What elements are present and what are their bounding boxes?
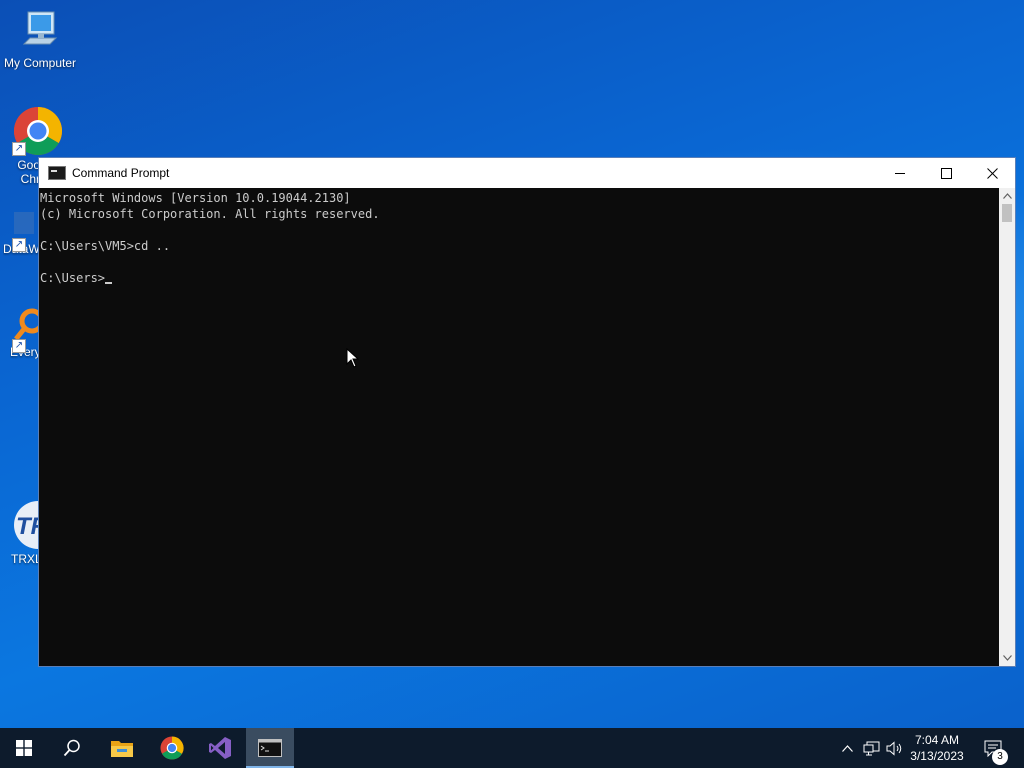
maximize-button[interactable]: [923, 158, 969, 188]
minimize-icon: [895, 173, 905, 174]
command-prompt-window[interactable]: Command Prompt Microsoft Windows [Versio…: [38, 157, 1016, 667]
desktop-icon-label: Goo Chr: [17, 158, 40, 186]
window-controls: [877, 158, 1015, 188]
chevron-up-icon: [1002, 193, 1012, 199]
text-cursor: [105, 282, 113, 284]
desktop-icon-my-computer[interactable]: My Computer: [0, 10, 80, 70]
console-output[interactable]: Microsoft Windows [Version 10.0.19044.21…: [39, 188, 999, 666]
show-hidden-icons-button[interactable]: [838, 728, 856, 768]
console-line: ​: [40, 222, 999, 238]
console-line: Microsoft Windows [Version 10.0.19044.21…: [40, 191, 351, 205]
console-prompt-line[interactable]: C:\Users>: [40, 270, 999, 286]
search-button[interactable]: [48, 728, 96, 768]
file-explorer-icon: [111, 741, 133, 757]
volume-button[interactable]: [884, 728, 906, 768]
console-line: C:\Users\VM5>cd ..: [40, 239, 171, 253]
close-button[interactable]: [969, 158, 1015, 188]
window-title: Command Prompt: [72, 166, 170, 180]
taskbar-command-prompt[interactable]: [246, 728, 294, 768]
taskbar-chrome[interactable]: [148, 728, 196, 768]
start-icon: [16, 740, 32, 756]
search-icon: [63, 739, 80, 757]
scroll-up-button[interactable]: [999, 188, 1015, 204]
clock-date: 3/13/2023: [910, 749, 964, 763]
command-prompt-icon: [258, 739, 282, 757]
console-line: ​: [40, 254, 999, 270]
scroll-down-button[interactable]: [999, 650, 1015, 666]
network-button[interactable]: [860, 728, 882, 768]
taskbar-clock[interactable]: 7:04 AM 3/13/2023: [906, 732, 968, 764]
notification-count-badge: 3: [992, 749, 1008, 765]
close-icon: [986, 167, 998, 179]
taskbar-visual-studio[interactable]: [196, 728, 244, 768]
scrollbar-thumb[interactable]: [1002, 204, 1012, 222]
vertical-scrollbar[interactable]: [999, 188, 1015, 666]
shortcut-arrow-icon: ↗: [12, 238, 26, 252]
command-prompt-icon: [48, 166, 66, 180]
visual-studio-icon: [209, 737, 231, 759]
volume-icon: [886, 740, 902, 756]
chevron-down-icon: [1002, 655, 1012, 661]
everything-search-icon: [14, 308, 40, 341]
clock-time: 7:04 AM: [914, 733, 960, 747]
shortcut-arrow-icon: ↗: [12, 142, 26, 156]
chrome-icon: [160, 736, 184, 760]
mouse-pointer-icon: [346, 348, 360, 368]
console-line: (c) Microsoft Corporation. All rights re…: [40, 207, 380, 221]
console-prompt: C:\Users>: [40, 271, 106, 285]
svg-text:TR: TR: [16, 513, 40, 540]
computer-icon: [22, 11, 58, 45]
taskbar: 7:04 AM 3/13/2023 3: [0, 728, 1024, 768]
chevron-up-icon: [841, 744, 853, 752]
network-icon: [863, 741, 879, 755]
trxl-icon: TR: [14, 501, 40, 549]
shortcut-arrow-icon: ↗: [12, 339, 26, 353]
window-titlebar[interactable]: Command Prompt: [39, 158, 1015, 188]
datawrapper-icon: [14, 212, 34, 234]
desktop-icon-label: My Computer: [3, 56, 77, 70]
start-button[interactable]: [0, 728, 48, 768]
taskbar-file-explorer[interactable]: [98, 728, 146, 768]
minimize-button[interactable]: [877, 158, 923, 188]
maximize-icon: [940, 167, 952, 179]
